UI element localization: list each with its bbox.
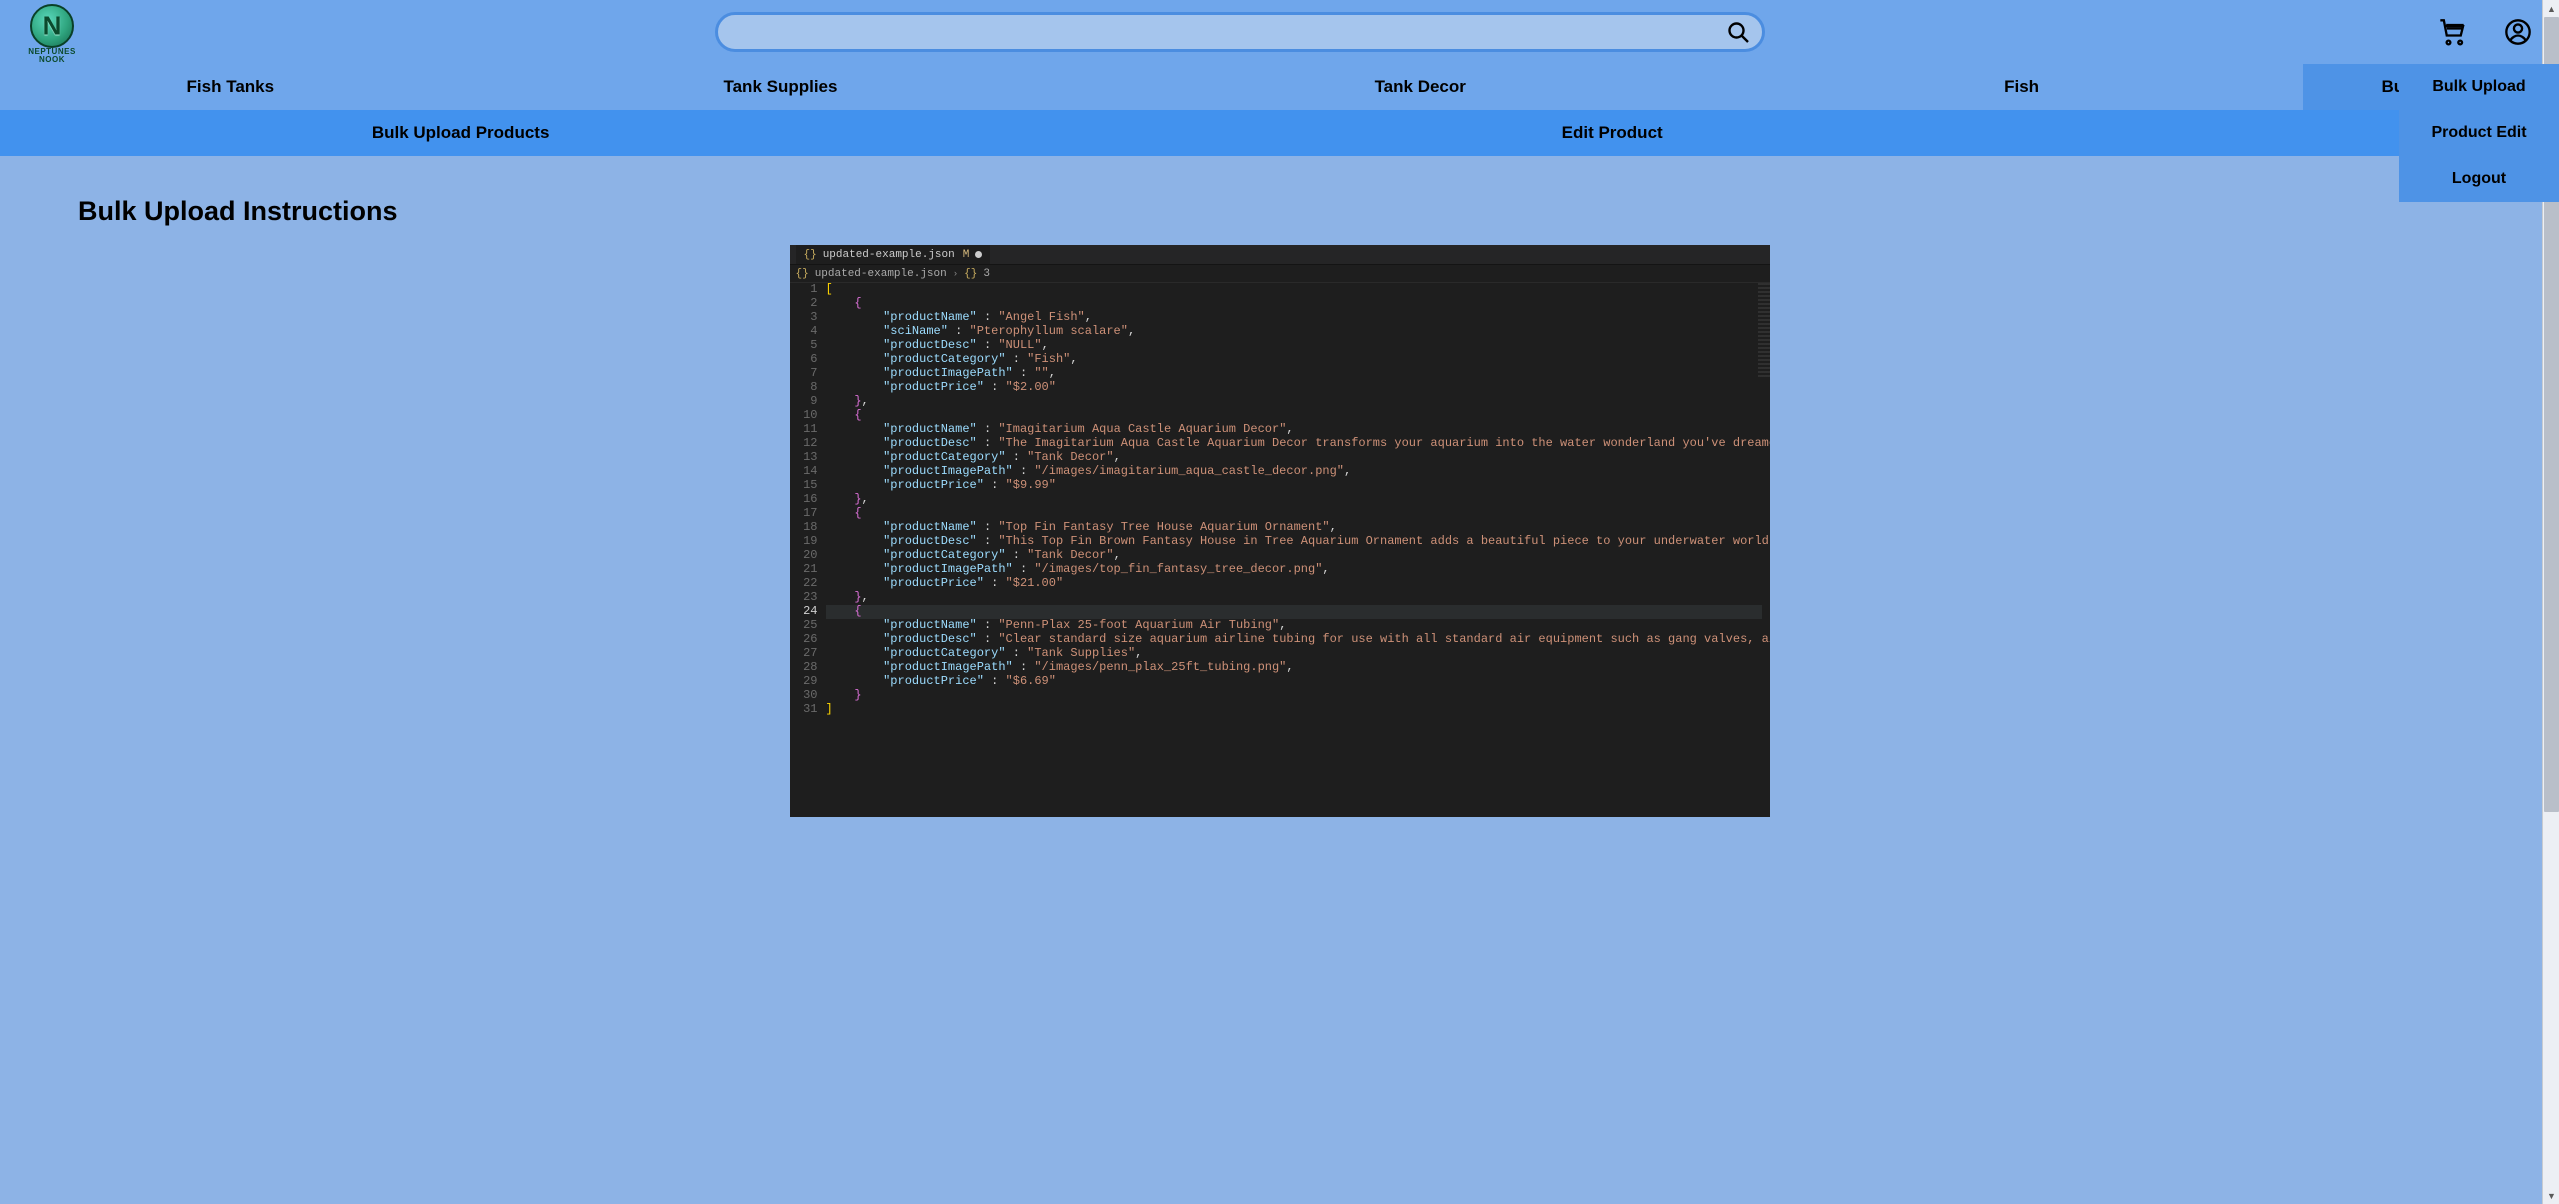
nav-fish-tanks[interactable]: Fish Tanks (0, 77, 461, 97)
logo-globe-icon: N (30, 4, 74, 48)
search-bar (715, 12, 1765, 52)
json-node-icon: {} (964, 268, 977, 280)
code-editor-screenshot: {} updated-example.json M {} updated-exa… (790, 245, 1770, 817)
nav-tank-decor[interactable]: Tank Decor (1100, 77, 1740, 97)
editor-breadcrumb[interactable]: {} updated-example.json › {} 3 (790, 265, 1770, 283)
subnav-bulk-upload-products[interactable]: Bulk Upload Products (0, 123, 921, 143)
json-file-icon: {} (796, 268, 809, 280)
scroll-up-icon[interactable]: ▲ (2543, 0, 2559, 17)
editor-tab-modified: M (963, 249, 970, 261)
search-button[interactable] (1720, 14, 1756, 50)
logo-letter: N (43, 11, 62, 42)
json-file-icon: {} (804, 249, 817, 261)
primary-nav: Fish Tanks Tank Supplies Tank Decor Fish… (0, 64, 2559, 110)
editor-tab[interactable]: {} updated-example.json M (796, 245, 991, 264)
nav-fish[interactable]: Fish (1740, 77, 2303, 97)
account-button[interactable] (2503, 17, 2533, 47)
line-gutter: 1234567891011121314151617181920212223242… (790, 283, 826, 717)
code-area[interactable]: 1234567891011121314151617181920212223242… (790, 283, 1770, 717)
search-container (82, 12, 2397, 52)
search-input[interactable] (732, 24, 1720, 40)
account-dropdown: Bulk Upload Product Edit Logout (2399, 64, 2559, 202)
breadcrumb-file: updated-example.json (815, 268, 947, 280)
brand-name-bottom: NOOK (22, 56, 82, 64)
subnav-edit-product[interactable]: Edit Product (921, 123, 2303, 143)
dropdown-logout[interactable]: Logout (2399, 156, 2559, 202)
page-title: Bulk Upload Instructions (78, 196, 2559, 227)
nav-tank-supplies[interactable]: Tank Supplies (461, 77, 1101, 97)
search-icon (1726, 20, 1750, 44)
brand-logo[interactable]: N NEPTUNES NOOK (22, 4, 82, 60)
dropdown-bulk-upload[interactable]: Bulk Upload (2399, 64, 2559, 110)
editor-tab-filename: updated-example.json (823, 249, 955, 261)
dropdown-product-edit[interactable]: Product Edit (2399, 110, 2559, 156)
scroll-down-icon[interactable]: ▼ (2543, 1187, 2559, 1204)
dirty-indicator-icon (975, 251, 982, 258)
editor-tab-bar: {} updated-example.json M (790, 245, 1770, 265)
code-lines: [ { "productName" : "Angel Fish", "sciNa… (826, 283, 1770, 717)
user-icon (2504, 18, 2532, 46)
header-icon-group (2437, 17, 2533, 47)
chevron-right-icon: › (953, 269, 958, 279)
page-content: Bulk Upload Instructions {} updated-exam… (0, 156, 2559, 817)
editor-minimap[interactable] (1758, 283, 1770, 378)
secondary-nav: Bulk Upload Products Edit Product (0, 110, 2559, 156)
breadcrumb-node: 3 (983, 268, 990, 280)
cart-icon (2438, 18, 2466, 46)
top-header: N NEPTUNES NOOK (0, 0, 2559, 64)
cart-button[interactable] (2437, 17, 2467, 47)
